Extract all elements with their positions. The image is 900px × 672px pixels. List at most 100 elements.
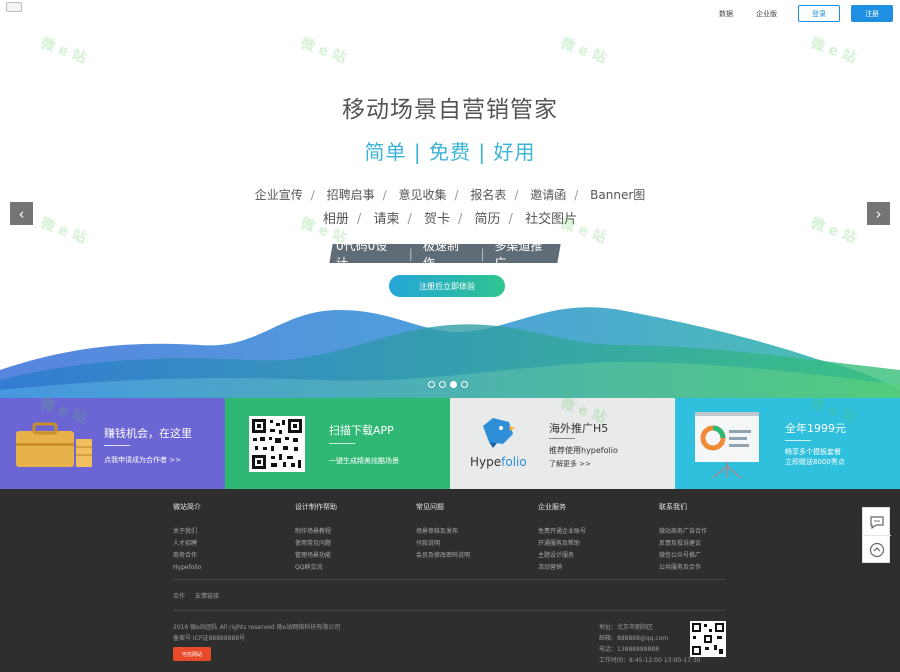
- promo-desc-2: 立即赠送8000秀点: [785, 458, 845, 466]
- logo-image[interactable]: [6, 2, 22, 12]
- feature-item: 企业宣传: [254, 188, 303, 202]
- footer-legal-links: 合作 友情链接: [173, 591, 219, 600]
- top-navbar: 数据 企业版 登录 注册: [0, 0, 900, 28]
- divider: [785, 440, 811, 441]
- footer-link[interactable]: 制作场景教程: [295, 526, 410, 538]
- carousel-dots: [428, 381, 468, 388]
- footer-link[interactable]: 微站商务广告合作: [659, 526, 774, 538]
- chat-bubble-icon[interactable]: [863, 508, 891, 536]
- hero-subtitle: 简单 | 免费 | 好用: [364, 140, 536, 164]
- contact-line: 电话：13888888888: [599, 646, 659, 653]
- cta-register-button[interactable]: 注册后立即体验: [389, 275, 505, 297]
- divider: [104, 445, 130, 446]
- nav-link-data[interactable]: 数据: [719, 9, 733, 19]
- footer-link[interactable]: 管理场景功能: [295, 550, 410, 562]
- promo-title: 赚钱机会，在这里: [104, 427, 192, 440]
- footer-column: 企业服务 免费开通企业账号 开通服务及帮助 主题设计服务 活动营销: [538, 502, 653, 574]
- copyright-text: 2016 微e站团队 All rights reserved 微e站网络科技有限…: [173, 624, 341, 631]
- contact-line: 工作时间：8:45-12:00 13:00-17:30: [599, 657, 701, 664]
- feature-item: 相册: [322, 212, 349, 227]
- side-float-widget: [862, 507, 891, 564]
- feature-item: 贺卡: [423, 212, 450, 227]
- footer-link[interactable]: 商务合作: [173, 550, 288, 562]
- footer-link[interactable]: 主题设计服务: [538, 550, 653, 562]
- ribbon-item: 极速制作: [422, 238, 459, 270]
- footer-link[interactable]: 使用常见问题: [295, 538, 410, 550]
- wechat-qr-icon: [690, 621, 726, 657]
- contact-line: 邮箱：888888@qq.com: [599, 635, 669, 642]
- feature-item: 意见收集: [398, 188, 447, 202]
- presentation-board-icon: [695, 412, 759, 479]
- footer-link[interactable]: 反馈及投诉建议: [659, 538, 774, 550]
- footer-link[interactable]: 免费开通企业账号: [538, 526, 653, 538]
- footer-heading: 设计制作帮助: [295, 503, 337, 511]
- footer-link[interactable]: 人才招聘: [173, 538, 288, 550]
- carousel-next-arrow-icon[interactable]: ›: [867, 202, 890, 225]
- footer-heading: 联系我们: [659, 503, 687, 511]
- bird-logo-icon: [483, 418, 515, 448]
- promo-desc: 一键生成精美炫酷场景: [329, 457, 399, 465]
- footer-link[interactable]: 关于我们: [173, 526, 288, 538]
- footer-link[interactable]: QQ群交流: [295, 562, 410, 574]
- footer-legal-link[interactable]: 合作: [173, 593, 185, 600]
- promo-panel-partner[interactable]: 赚钱机会，在这里 点我申请成为合作者 >>: [0, 398, 225, 489]
- carousel-dot[interactable]: [461, 381, 468, 388]
- promo-title: 全年1999元: [785, 422, 846, 435]
- carousel-prev-arrow-icon[interactable]: ‹: [10, 202, 33, 225]
- carousel-dot[interactable]: [428, 381, 435, 388]
- footer-link[interactable]: 会员及修改密码说明: [416, 550, 531, 562]
- footer-heading: 微站简介: [173, 503, 201, 511]
- promo-desc: 推荐使用hypefolio: [549, 446, 618, 455]
- carousel-dot-active[interactable]: [450, 381, 457, 388]
- login-button[interactable]: 登录: [798, 5, 840, 22]
- promo-panel-app[interactable]: 扫描下载APP 一键生成精美炫酷场景: [225, 398, 450, 489]
- feature-list-2: 相册 / 请柬 / 贺卡 / 简历 / 社交图片: [322, 212, 578, 227]
- feature-item: 报名表: [470, 188, 507, 202]
- qr-code-icon: [249, 416, 305, 472]
- footer-legal-link[interactable]: 友情链接: [195, 593, 219, 600]
- ribbon-item: 多渠道推广: [494, 238, 543, 270]
- feature-item: 请柬: [373, 212, 400, 227]
- promo-title: 扫描下载APP: [329, 424, 394, 437]
- briefcase-icon: [16, 422, 92, 467]
- feature-item: 邀请函: [530, 188, 567, 202]
- icp-text: 备案号 ICP证88888888号: [173, 635, 246, 642]
- footer-divider: [173, 610, 725, 611]
- footer-link[interactable]: 活动营销: [538, 562, 653, 574]
- footer-divider: [173, 579, 725, 580]
- promo-strip: 赚钱机会，在这里 点我申请成为合作者 >> 扫描下载APP 一键生成精美炫酷场景…: [0, 398, 900, 489]
- feature-item: 招聘启事: [326, 188, 375, 202]
- divider: [549, 438, 575, 439]
- register-button[interactable]: 注册: [851, 5, 893, 22]
- footer-link[interactable]: Hypefolio: [173, 562, 288, 574]
- page: 数据 企业版 登录 注册 移动场景自营销管家 简单 | 免费 | 好用 企业宣传…: [0, 0, 900, 672]
- trust-badge[interactable]: 可信网站: [173, 647, 211, 661]
- promo-panel-vip[interactable]: 全年1999元 畅享多个模板套餐 立即赠送8000秀点: [675, 398, 900, 489]
- footer-link[interactable]: 付款说明: [416, 538, 531, 550]
- nav-link-enterprise[interactable]: 企业版: [756, 9, 777, 19]
- feature-list-1: 企业宣传 / 招聘启事 / 意见收集 / 报名表 / 邀请函 / Banner图: [254, 188, 646, 202]
- contact-line: 地址：北京市朝阳区: [599, 624, 654, 631]
- feature-item: 简历: [474, 212, 501, 227]
- feature-item: 社交图片: [525, 212, 578, 227]
- divider: [329, 443, 355, 444]
- hero-banner: 移动场景自营销管家 简单 | 免费 | 好用 企业宣传 / 招聘启事 / 意见收集 /…: [0, 28, 900, 398]
- carousel-dot[interactable]: [439, 381, 446, 388]
- promo-desc[interactable]: 点我申请成为合作者 >>: [104, 455, 181, 465]
- footer-link[interactable]: 公共服务及合作: [659, 562, 774, 574]
- back-to-top-icon[interactable]: [863, 536, 891, 564]
- feature-item: Banner图: [590, 188, 646, 202]
- footer-column: 联系我们 微站商务广告合作 反馈及投诉建议 微信公众号推广 公共服务及合作: [659, 502, 774, 574]
- footer-heading: 常见问题: [416, 503, 444, 511]
- footer-link[interactable]: 微信公众号推广: [659, 550, 774, 562]
- hero-title: 移动场景自营销管家: [342, 97, 558, 123]
- promo-panel-hypefolio[interactable]: Hypefolio 海外推广H5 推荐使用hypefolio 了解更多 >>: [450, 398, 675, 489]
- footer-column: 常见问题 场景审核及发布 付款说明 会员及修改密码说明: [416, 502, 531, 562]
- footer-link[interactable]: 场景审核及发布: [416, 526, 531, 538]
- footer-column: 微站简介 关于我们 人才招聘 商务合作 Hypefolio: [173, 502, 288, 574]
- ribbon-features: 0代码0设计 | 极速制作 | 多渠道推广: [331, 239, 559, 270]
- footer-link[interactable]: 开通服务及帮助: [538, 538, 653, 550]
- contact-info: 地址：北京市朝阳区 邮箱：888888@qq.com 电话：1388888888…: [599, 622, 701, 666]
- promo-more-link[interactable]: 了解更多 >>: [549, 459, 591, 469]
- hypefolio-logo: Hypefolio: [470, 455, 527, 469]
